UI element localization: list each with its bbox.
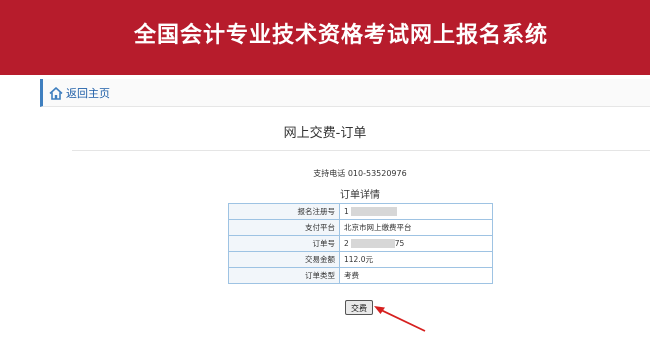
system-title: 全国会计专业技术资格考试网上报名系统 <box>134 23 549 48</box>
table-row: 报名注册号 1 <box>228 203 493 220</box>
field-label: 订单号 <box>228 235 340 252</box>
field-label: 交易金额 <box>228 251 340 268</box>
field-label: 订单类型 <box>228 267 340 284</box>
table-row: 交易金额 112.0元 <box>228 251 493 268</box>
table-row: 支付平台 北京市网上缴费平台 <box>228 219 493 236</box>
field-value: 北京市网上缴费平台 <box>339 219 493 236</box>
pay-button[interactable]: 交费 <box>345 300 373 315</box>
order-details-table: 报名注册号 1 支付平台 北京市网上缴费平台 订单号 2 75 交易金额 112.… <box>228 203 493 284</box>
field-value: 112.0元 <box>339 251 493 268</box>
home-link[interactable]: 返回主页 <box>49 84 110 102</box>
field-value: 考费 <box>339 267 493 284</box>
table-row: 订单类型 考费 <box>228 267 493 284</box>
field-value: 2 <box>344 238 349 248</box>
table-row: 订单号 2 75 <box>228 235 493 252</box>
redacted-block <box>350 207 397 217</box>
divider <box>72 150 650 151</box>
field-label: 支付平台 <box>228 219 340 236</box>
redacted-block <box>350 239 395 249</box>
field-label: 报名注册号 <box>228 203 340 220</box>
nav-bar: 返回主页 <box>40 79 650 107</box>
page-title: 网上交费-订单 <box>283 126 367 141</box>
order-details-title: 订单详情 <box>340 190 380 201</box>
home-link-label: 返回主页 <box>66 87 110 100</box>
field-value: 1 <box>344 206 349 216</box>
support-phone: 支持电话 010-53520976 <box>313 169 407 178</box>
annotation-arrow-icon <box>374 306 426 332</box>
home-icon <box>49 86 63 100</box>
header-banner: 全国会计专业技术资格考试网上报名系统 <box>0 0 650 75</box>
field-value-suffix: 75 <box>394 238 405 248</box>
